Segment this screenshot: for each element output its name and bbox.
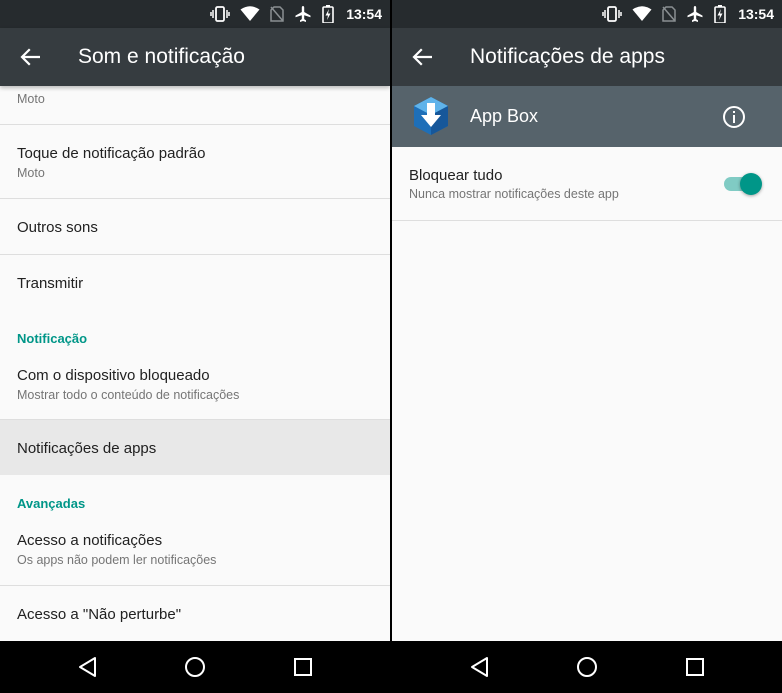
item-title: Notificações de apps [17, 440, 157, 457]
section-header-advanced: Avançadas [17, 496, 86, 511]
settings-list: Moto Toque de notificação padrão Moto Ou… [0, 86, 390, 641]
navigation-bar [0, 641, 390, 693]
status-time: 13:54 [738, 6, 774, 22]
app-header: App Box [392, 86, 782, 147]
toggle-thumb [740, 173, 762, 195]
recents-square-icon[interactable] [290, 654, 316, 680]
no-sim-icon [662, 6, 676, 22]
page-title: Notificações de apps [470, 45, 665, 68]
home-circle-icon[interactable] [574, 654, 600, 680]
list-item-notification-access[interactable]: Acesso a notificações Os apps não podem … [0, 511, 390, 586]
info-icon[interactable] [722, 105, 746, 129]
battery-charging-icon [714, 5, 726, 23]
recents-square-icon[interactable] [682, 654, 708, 680]
item-summary: Moto [17, 92, 45, 106]
no-sim-icon [270, 6, 284, 22]
item-title: Acesso a "Não perturbe" [17, 606, 182, 623]
status-time: 13:54 [346, 6, 382, 22]
home-circle-icon[interactable] [182, 654, 208, 680]
page-title: Som e notificação [78, 45, 245, 68]
item-title: Transmitir [17, 275, 84, 292]
back-triangle-icon[interactable] [74, 654, 100, 680]
item-title: Com o dispositivo bloqueado [17, 367, 210, 384]
toolbar: Notificações de apps [392, 28, 782, 86]
airplane-icon [686, 5, 704, 23]
item-title: Outros sons [17, 219, 98, 236]
item-title: Toque de notificação padrão [17, 145, 206, 162]
status-bar: 13:54 [0, 0, 390, 28]
list-item-other-sounds[interactable]: Outros sons [0, 199, 390, 255]
list-item-default-notification-sound[interactable]: Toque de notificação padrão Moto [0, 125, 390, 199]
back-arrow-icon[interactable] [18, 45, 42, 69]
battery-charging-icon [322, 5, 334, 23]
list-item-locked-device[interactable]: Com o dispositivo bloqueado Mostrar todo… [0, 346, 390, 420]
back-arrow-icon[interactable] [410, 45, 434, 69]
vibrate-icon [210, 6, 230, 22]
wifi-icon [240, 6, 260, 22]
airplane-icon [294, 5, 312, 23]
wifi-icon [632, 6, 652, 22]
navigation-bar [392, 641, 782, 693]
item-title: Bloquear tudo [409, 167, 503, 184]
list-item-app-notifications[interactable]: Notificações de apps [0, 420, 390, 475]
item-summary: Nunca mostrar notificações deste app [409, 187, 619, 201]
item-summary: Os apps não podem ler notificações [17, 553, 217, 567]
left-screen: 13:54 Som e notificação Moto Toque de no… [0, 0, 390, 693]
app-box-icon [412, 96, 450, 136]
list-item-ringtone[interactable]: Moto [0, 86, 390, 125]
right-screen: 13:54 Notificações de apps App Box Bloqu… [392, 0, 782, 693]
section-header-notification: Notificação [17, 331, 88, 346]
toolbar: Som e notificação [0, 28, 390, 86]
app-name: App Box [470, 106, 539, 126]
vibrate-icon [602, 6, 622, 22]
item-title: Acesso a notificações [17, 532, 163, 549]
block-all-toggle[interactable] [722, 173, 762, 195]
list-item-cast[interactable]: Transmitir [0, 255, 390, 311]
status-bar: 13:54 [392, 0, 782, 28]
item-summary: Mostrar todo o conteúdo de notificações [17, 388, 240, 402]
item-summary: Moto [17, 166, 45, 180]
list-item-do-not-disturb-access[interactable]: Acesso a "Não perturbe" [0, 586, 390, 641]
back-triangle-icon[interactable] [466, 654, 492, 680]
